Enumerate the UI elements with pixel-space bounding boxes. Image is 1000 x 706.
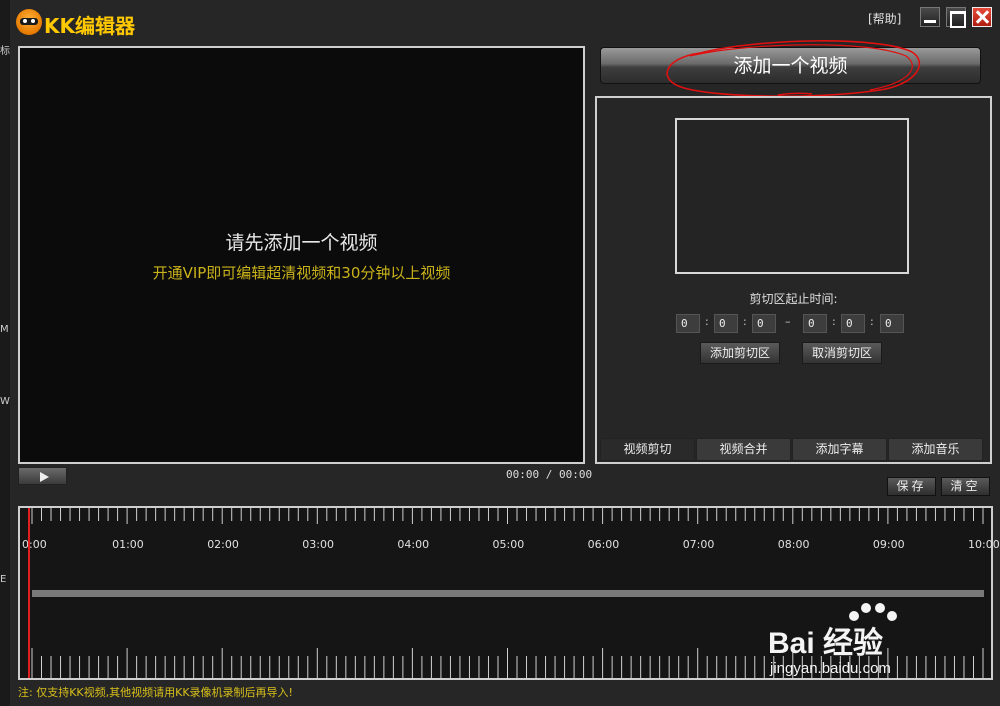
edge-char: W xyxy=(0,396,10,407)
watermark-site: jingyan.baidu.com xyxy=(770,660,891,677)
time-separator: : xyxy=(832,315,836,328)
start-hour-field[interactable]: 0 xyxy=(676,314,700,333)
timeline-tick-label: 06:00 xyxy=(587,538,620,551)
clear-button[interactable]: 清空 xyxy=(941,477,990,496)
edge-char: E xyxy=(0,574,7,585)
tab-add-music[interactable]: 添加音乐 xyxy=(888,438,983,461)
tab-video-merge[interactable]: 视频合并 xyxy=(696,438,791,461)
baidu-watermark: Bai 经验 jingyan.baidu.com xyxy=(765,600,995,690)
tab-add-subtitle[interactable]: 添加字幕 xyxy=(792,438,887,461)
edit-panel: 剪切区起止时间: 0 : 0 : 0 – 0 : 0 : 0 添加剪切区 取消剪… xyxy=(595,96,992,464)
watermark-brand: Bai 经验 xyxy=(768,627,884,660)
end-hour-field[interactable]: 0 xyxy=(803,314,827,333)
tab-video-cut[interactable]: 视频剪切 xyxy=(600,438,695,461)
timeline-tick-label: 10:00 xyxy=(968,538,1000,551)
close-button[interactable] xyxy=(972,7,992,27)
add-cut-button[interactable]: 添加剪切区 xyxy=(700,342,780,364)
time-separator: : xyxy=(870,315,874,328)
minimize-button[interactable] xyxy=(920,7,940,27)
vip-notice: 开通VIP即可编辑超清视频和30分钟以上视频 xyxy=(152,264,451,282)
time-separator: : xyxy=(743,315,747,328)
end-minute-field[interactable]: 0 xyxy=(841,314,865,333)
timeline-tick-label: 04:00 xyxy=(397,538,430,551)
edge-char: 标 xyxy=(0,46,10,57)
start-minute-field[interactable]: 0 xyxy=(714,314,738,333)
timeline-tick-label: 03:00 xyxy=(302,538,334,551)
timeline-tick-label: 09:00 xyxy=(872,538,905,551)
timeline-tick-label: 07:00 xyxy=(682,538,715,551)
video-preview[interactable]: 请先添加一个视频 开通VIP即可编辑超清视频和30分钟以上视频 xyxy=(18,46,585,464)
save-button[interactable]: 保存 xyxy=(887,477,936,496)
help-link[interactable]: [帮助] xyxy=(868,10,901,27)
maximize-button[interactable] xyxy=(946,7,966,28)
title-bar: KK编辑器 [帮助] xyxy=(0,0,1000,40)
left-edge-strip: 标 M W E xyxy=(0,0,10,706)
kk-logo-icon xyxy=(16,9,42,35)
time-display: 00:00 / 00:00 xyxy=(506,468,593,481)
timeline-tick-label: 08:00 xyxy=(777,538,810,551)
footer-note: 注: 仅支持KK视频,其他视频请用KK录像机录制后再导入! xyxy=(18,686,293,699)
edge-char: M xyxy=(0,324,9,335)
kk-editor-window: 标 M W E KK编辑器 [帮助] 请先添加一个视频 开通VIP即可编辑超清视… xyxy=(0,0,1000,706)
timeline-tick-label: 01:00 xyxy=(112,538,144,551)
preview-prompt: 请先添加一个视频 xyxy=(225,232,378,254)
time-separator: : xyxy=(705,315,709,328)
range-dash: – xyxy=(785,315,791,328)
app-title: KK编辑器 xyxy=(44,14,135,38)
end-second-field[interactable]: 0 xyxy=(880,314,904,333)
timeline-tick-label: 0:00 xyxy=(22,538,47,551)
playhead[interactable] xyxy=(28,508,30,678)
clip-thumbnail xyxy=(675,118,909,274)
play-button[interactable] xyxy=(18,467,67,485)
cancel-cut-button[interactable]: 取消剪切区 xyxy=(802,342,882,364)
timeline-track[interactable] xyxy=(32,590,984,597)
start-second-field[interactable]: 0 xyxy=(752,314,776,333)
timeline-tick-label: 05:00 xyxy=(492,538,525,551)
timeline-tick-label: 02:00 xyxy=(207,538,239,551)
cut-range-label: 剪切区起止时间: xyxy=(749,292,838,306)
add-video-button[interactable]: 添加一个视频 xyxy=(600,47,981,84)
